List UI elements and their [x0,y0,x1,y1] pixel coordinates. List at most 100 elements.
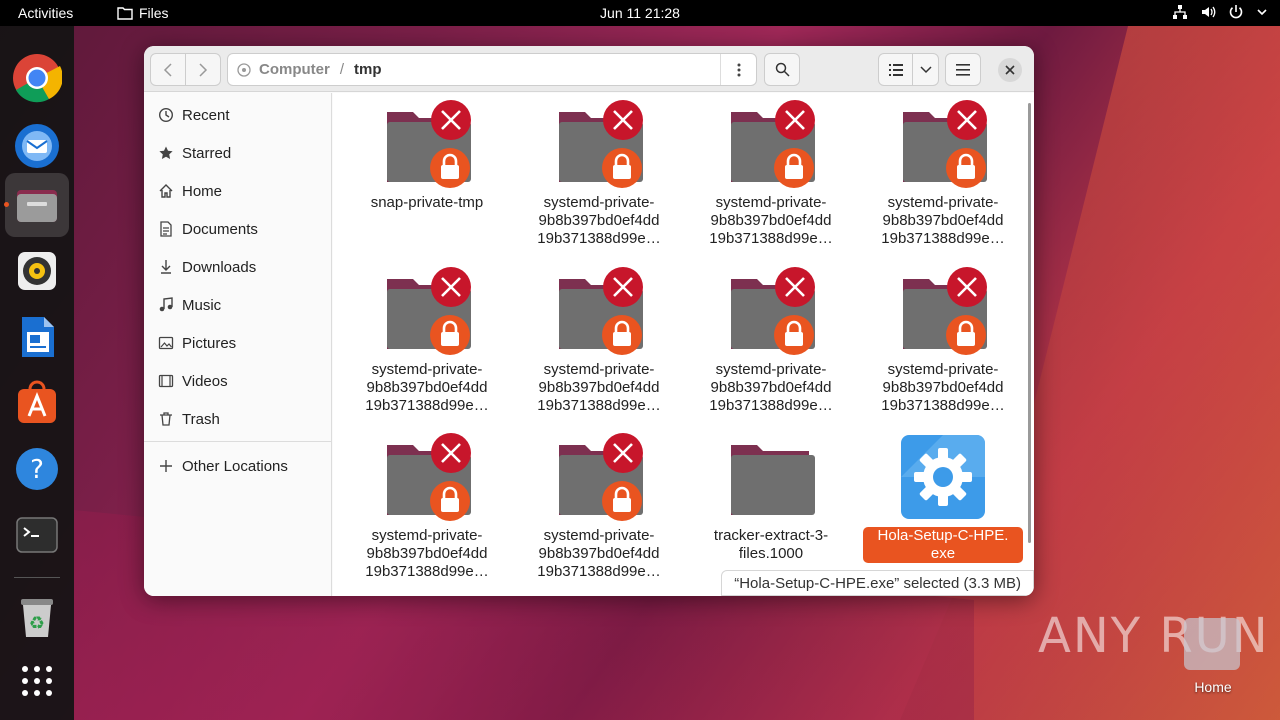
folder-item[interactable]: systemd-private- 9b8b397bd0ef4dd 19b371388… [857,100,1029,248]
close-button[interactable] [998,58,1022,82]
file-name-line: files.1000 [738,545,804,562]
file-name-line: 19b371388d99e… [537,397,661,414]
error-badge-icon [603,100,643,140]
sidebar-item-recent[interactable]: Recent [144,98,332,132]
file-name-line: 19b371388d99e… [881,230,1005,247]
rhythmbox-icon[interactable] [5,239,69,303]
sidebar-item-music[interactable]: Music [144,288,332,322]
file-name-line: 9b8b397bd0ef4dd [538,212,660,229]
dock: ? ♻ [0,26,74,720]
forward-button[interactable] [185,53,221,86]
path-segment-computer[interactable]: Computer [259,61,330,78]
main-menu-button[interactable] [945,53,981,86]
chevron-down-icon [1256,6,1268,18]
sidebar-item-trash[interactable]: Trash [144,402,332,436]
files-window: Computer / tmp Recent Starred Home Docum… [144,46,1034,596]
star-icon [157,144,175,162]
file-name-line: 19b371388d99e… [365,563,489,580]
sidebar-item-label: Pictures [182,334,237,352]
activities-button[interactable]: Activities [18,5,73,21]
writer-icon[interactable] [5,305,69,369]
sidebar-item-label: Documents [182,220,258,238]
svg-text:?: ? [30,455,44,485]
plus-icon [157,457,175,475]
path-menu-button[interactable] [720,54,756,85]
folder-item[interactable]: systemd-private- 9b8b397bd0ef4dd 19b371388… [685,100,857,248]
sidebar-item-downloads[interactable]: Downloads [144,250,332,284]
chevron-down-icon [919,65,932,73]
view-options-button[interactable] [912,53,939,86]
file-name: systemd-private- 9b8b397bd0ef4dd 19b371388… [341,527,513,581]
sidebar-item-pictures[interactable]: Pictures [144,326,332,360]
back-button[interactable] [150,53,186,86]
lock-icon [946,148,986,188]
sidebar-item-label: Other Locations [182,457,288,475]
search-button[interactable] [764,53,800,86]
file-name-line: systemd-private- [715,361,827,378]
help-icon[interactable]: ? [5,437,69,501]
app-center-icon[interactable] [5,371,69,435]
music-icon [157,296,175,314]
view-list-button[interactable] [878,53,913,86]
folder-item[interactable]: tracker-extract-3- files.1000 [685,433,857,563]
lock-icon [430,481,470,521]
locked-folder-icon [727,267,815,355]
folder-item[interactable]: systemd-private- 9b8b397bd0ef4dd 19b371388… [341,267,513,415]
thunderbird-icon[interactable] [5,112,69,176]
locked-folder-icon [899,267,987,355]
document-icon [157,220,175,238]
folder-icon [727,433,815,521]
folder-item[interactable]: systemd-private- 9b8b397bd0ef4dd 19b371388… [513,267,685,415]
file-name-line: exe [930,545,956,562]
error-badge-icon [775,100,815,140]
folder-item[interactable]: systemd-private- 9b8b397bd0ef4dd 19b371388… [685,267,857,415]
close-icon [1005,65,1015,75]
home-folder-icon[interactable] [1184,618,1240,670]
trash-icon[interactable]: ♻ [5,586,69,650]
app-grid-icon[interactable] [5,649,69,713]
video-icon [157,372,175,390]
file-name-line: 19b371388d99e… [709,397,833,414]
top-bar: Activities Files Jun 11 21:28 [0,0,1280,26]
files-icon[interactable] [5,173,69,237]
error-badge-icon [431,433,471,473]
file-name-line: systemd-private- [887,361,999,378]
file-item[interactable]: Hola-Setup-C-HPE. exe [857,433,1029,563]
sidebar-item-label: Downloads [182,258,257,276]
running-indicator [4,202,9,207]
folder-item[interactable]: systemd-private- 9b8b397bd0ef4dd 19b371388… [513,100,685,248]
path-bar[interactable]: Computer / tmp [227,53,757,86]
folder-item[interactable]: systemd-private- 9b8b397bd0ef4dd 19b371388… [857,267,1029,415]
error-badge-icon [431,267,471,307]
executable-icon [899,433,987,521]
folder-item[interactable]: systemd-private- 9b8b397bd0ef4dd 19b371388… [513,433,685,581]
app-menu[interactable]: Files [117,5,169,21]
sidebar-item-documents[interactable]: Documents [144,212,332,246]
sidebar-item-starred[interactable]: Starred [144,136,332,170]
folder-item[interactable]: systemd-private- 9b8b397bd0ef4dd 19b371388… [341,433,513,581]
system-tray[interactable] [1172,4,1268,20]
search-icon [775,62,790,77]
svg-text:♻: ♻ [29,613,45,634]
clock[interactable]: Jun 11 21:28 [0,5,1280,21]
file-name-line: 19b371388d99e… [537,563,661,580]
file-name: systemd-private- 9b8b397bd0ef4dd 19b371388… [513,194,685,248]
chevron-right-icon [199,62,208,77]
file-name-line: systemd-private- [543,194,655,211]
path-segment-tmp[interactable]: tmp [354,61,382,78]
sidebar-item-other-locations[interactable]: Other Locations [144,449,332,483]
chrome-icon[interactable] [5,46,69,110]
locked-folder-icon [383,100,471,188]
lock-icon [430,315,470,355]
volume-icon [1200,4,1216,20]
file-name-line: 9b8b397bd0ef4dd [882,379,1004,396]
sidebar-item-home[interactable]: Home [144,174,332,208]
file-name-line: systemd-private- [715,194,827,211]
sidebar-item-videos[interactable]: Videos [144,364,332,398]
file-name-line: 9b8b397bd0ef4dd [882,212,1004,229]
terminal-icon[interactable] [5,503,69,567]
header-bar: Computer / tmp [144,46,1034,92]
folder-item[interactable]: snap-private-tmp [341,100,513,212]
file-name: systemd-private- 9b8b397bd0ef4dd 19b371388… [685,194,857,248]
sidebar-item-label: Videos [182,372,228,390]
